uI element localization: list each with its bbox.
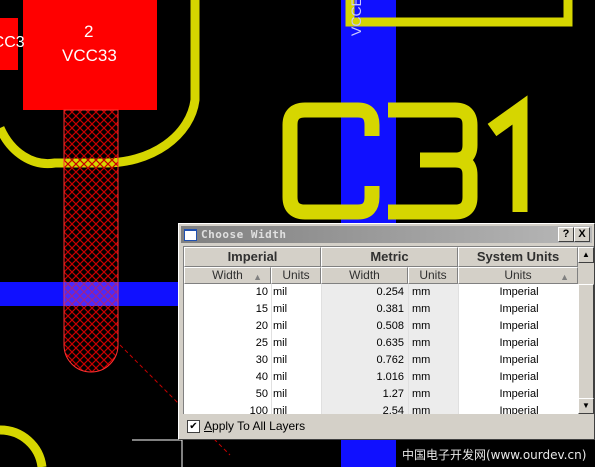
cell-metric-width: 0.508 bbox=[376, 320, 404, 332]
width-table[interactable]: Imperial Metric System Units Width ▲ Uni… bbox=[183, 246, 594, 414]
cell-imperial-width: 20 bbox=[255, 320, 268, 332]
table-row[interactable]: 30 mil 0.762 mm Imperial bbox=[184, 352, 580, 369]
designator-c31[interactable] bbox=[282, 95, 528, 220]
table-row[interactable]: 20 mil 0.508 mm Imperial bbox=[184, 318, 580, 335]
cell-imperial-width: 100 bbox=[249, 405, 268, 414]
pad-net-label: VCC33 bbox=[62, 46, 117, 65]
dialog-titlebar[interactable]: Choose Width ? X bbox=[181, 226, 592, 243]
col-metric-units[interactable]: Units bbox=[408, 267, 458, 284]
table-row[interactable]: 25 mil 0.635 mm Imperial bbox=[184, 335, 580, 352]
cell-system-units: Imperial bbox=[499, 388, 539, 400]
cell-metric-units: mm bbox=[412, 388, 431, 400]
cell-metric-units: mm bbox=[412, 371, 431, 383]
apply-all-layers-label: Apply To All Layers bbox=[204, 419, 305, 433]
col-system-units-label: Units bbox=[504, 268, 532, 282]
cell-metric-width: 0.381 bbox=[376, 303, 404, 315]
apply-all-layers-label-rest: pply To All Layers bbox=[212, 419, 306, 433]
close-button[interactable]: X bbox=[574, 227, 590, 242]
table-row[interactable]: 15 mil 0.381 mm Imperial bbox=[184, 301, 580, 318]
cell-imperial-width: 25 bbox=[255, 337, 268, 349]
header-system-units[interactable]: System Units bbox=[458, 247, 578, 267]
window-icon bbox=[184, 229, 197, 241]
cell-metric-units: mm bbox=[412, 286, 431, 298]
pad-number: 2 bbox=[84, 22, 94, 41]
track-net-label: VCCE bbox=[348, 0, 364, 36]
cell-metric-units: mm bbox=[412, 337, 431, 349]
cell-metric-width: 1.27 bbox=[382, 388, 404, 400]
cell-imperial-width: 15 bbox=[255, 303, 268, 315]
cell-imperial-width: 30 bbox=[255, 354, 268, 366]
cell-metric-units: mm bbox=[412, 405, 431, 414]
cell-metric-width: 2.54 bbox=[382, 405, 404, 414]
cell-system-units: Imperial bbox=[499, 320, 539, 332]
cell-imperial-units: mil bbox=[273, 371, 288, 383]
cell-system-units: Imperial bbox=[499, 286, 539, 298]
cell-system-units: Imperial bbox=[499, 405, 539, 414]
cell-metric-units: mm bbox=[412, 354, 431, 366]
pad-net-label-clipped: VCC3 bbox=[0, 34, 25, 51]
choose-width-dialog[interactable]: Choose Width ? X Imperial Metric System … bbox=[178, 223, 595, 440]
cell-imperial-width: 50 bbox=[255, 388, 268, 400]
cell-metric-width: 1.016 bbox=[376, 371, 404, 383]
silkscreen-arc-bottom bbox=[0, 425, 47, 467]
table-row[interactable]: 10 mil 0.254 mm Imperial bbox=[184, 284, 580, 301]
col-imperial-width-label: Width bbox=[212, 268, 243, 282]
cell-imperial-units: mil bbox=[273, 320, 288, 332]
cell-imperial-units: mil bbox=[273, 286, 288, 298]
apply-all-layers-label-mnemonic: A bbox=[204, 419, 213, 433]
cell-system-units: Imperial bbox=[499, 354, 539, 366]
cell-metric-width: 0.254 bbox=[376, 286, 404, 298]
col-imperial-units[interactable]: Units bbox=[271, 267, 321, 284]
cell-imperial-units: mil bbox=[273, 405, 288, 414]
watermark: 中国电子开发网(www.ourdev.cn) bbox=[402, 448, 587, 462]
cell-imperial-width: 40 bbox=[255, 371, 268, 383]
cell-metric-width: 0.762 bbox=[376, 354, 404, 366]
vertical-scrollbar[interactable]: ▲ ▼ bbox=[578, 247, 594, 414]
scroll-thumb[interactable] bbox=[578, 284, 594, 404]
header-imperial[interactable]: Imperial bbox=[184, 247, 321, 267]
cell-imperial-units: mil bbox=[273, 303, 288, 315]
dialog-title: Choose Width bbox=[201, 228, 287, 241]
hatched-trace[interactable] bbox=[63, 109, 119, 373]
scroll-up-button[interactable]: ▲ bbox=[578, 247, 594, 263]
col-metric-width[interactable]: Width bbox=[321, 267, 408, 284]
col-imperial-width[interactable]: Width ▲ bbox=[184, 267, 271, 284]
help-button[interactable]: ? bbox=[558, 227, 574, 242]
cell-system-units: Imperial bbox=[499, 337, 539, 349]
cell-metric-units: mm bbox=[412, 303, 431, 315]
sort-ascending-icon: ▲ bbox=[253, 272, 262, 282]
table-row[interactable]: 100 mil 2.54 mm Imperial bbox=[184, 403, 580, 414]
cell-imperial-units: mil bbox=[273, 337, 288, 349]
table-row[interactable]: 50 mil 1.27 mm Imperial bbox=[184, 386, 580, 403]
track-overlap bbox=[64, 282, 118, 306]
cell-system-units: Imperial bbox=[499, 303, 539, 315]
cell-imperial-width: 10 bbox=[255, 286, 268, 298]
checkbox-box[interactable]: ✔ bbox=[187, 420, 200, 433]
cell-imperial-units: mil bbox=[273, 354, 288, 366]
col-system-units[interactable]: Units ▲ bbox=[458, 267, 578, 284]
table-row[interactable]: 40 mil 1.016 mm Imperial bbox=[184, 369, 580, 386]
header-metric[interactable]: Metric bbox=[321, 247, 458, 267]
cell-system-units: Imperial bbox=[499, 371, 539, 383]
sort-icon: ▲ bbox=[560, 272, 569, 282]
cell-metric-units: mm bbox=[412, 320, 431, 332]
cell-metric-width: 0.635 bbox=[376, 337, 404, 349]
cell-imperial-units: mil bbox=[273, 388, 288, 400]
scroll-down-button[interactable]: ▼ bbox=[578, 398, 594, 414]
